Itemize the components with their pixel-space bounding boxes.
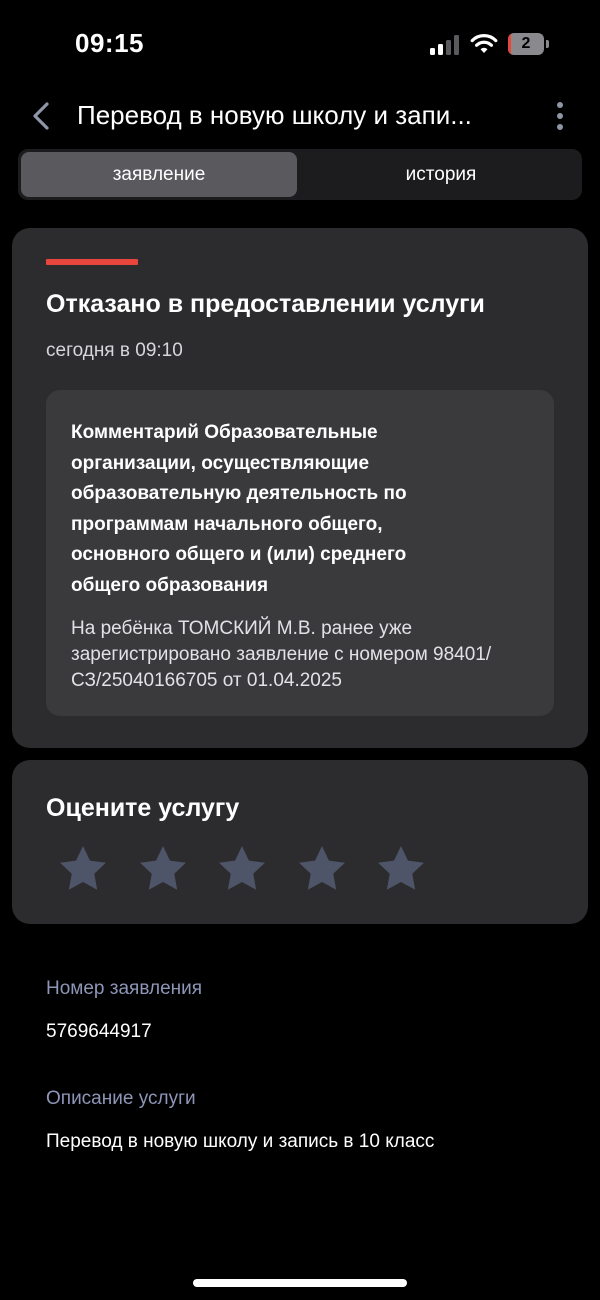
rating-title: Оцените услугу bbox=[46, 794, 240, 822]
header: Перевод в новую школу и запи... bbox=[0, 90, 600, 142]
star-icon[interactable] bbox=[374, 842, 428, 896]
rating-card: Оцените услугу bbox=[12, 760, 588, 924]
segmented-tabs: заявление история bbox=[18, 149, 582, 200]
star-rating bbox=[56, 842, 436, 898]
more-vertical-icon[interactable] bbox=[548, 98, 572, 134]
battery-level: 2 bbox=[521, 35, 531, 52]
comment-text: На ребёнка ТОМСКИЙ М.В. ранее уже зареги… bbox=[71, 618, 492, 691]
home-indicator[interactable] bbox=[193, 1279, 407, 1287]
chevron-left-icon[interactable] bbox=[24, 96, 58, 136]
service-description-label: Описание услуги bbox=[46, 1088, 196, 1109]
star-icon[interactable] bbox=[56, 842, 110, 896]
battery-indicator: 2 bbox=[508, 33, 550, 55]
status-title: Отказано в предоставлении услуги bbox=[46, 290, 485, 318]
application-number: 5769644917 bbox=[46, 1021, 152, 1042]
status-accent-bar bbox=[46, 259, 138, 265]
comment-title: Комментарий Образовательные организации,… bbox=[71, 422, 407, 596]
battery-cap bbox=[546, 40, 549, 48]
cellular-signal-icon bbox=[430, 35, 459, 55]
status-card: Отказано в предоставлении услуги сегодня… bbox=[12, 228, 588, 748]
application-number-label: Номер заявления bbox=[46, 978, 203, 999]
star-icon[interactable] bbox=[215, 842, 269, 896]
wifi-icon bbox=[470, 34, 498, 53]
status-time: 09:15 bbox=[75, 28, 144, 58]
service-description: Перевод в новую школу и запись в 10 клас… bbox=[46, 1131, 435, 1152]
comment-box: Комментарий Образовательные организации,… bbox=[46, 390, 554, 716]
star-icon[interactable] bbox=[136, 842, 190, 896]
star-icon[interactable] bbox=[295, 842, 349, 896]
tab-application[interactable]: заявление bbox=[21, 152, 297, 197]
status-bar: 09:15 2 bbox=[0, 0, 600, 90]
tab-history[interactable]: история bbox=[303, 152, 579, 197]
battery-body: 2 bbox=[508, 33, 544, 55]
status-date: сегодня в 09:10 bbox=[46, 340, 183, 361]
page-title: Перевод в новую школу и запи... bbox=[77, 100, 472, 130]
